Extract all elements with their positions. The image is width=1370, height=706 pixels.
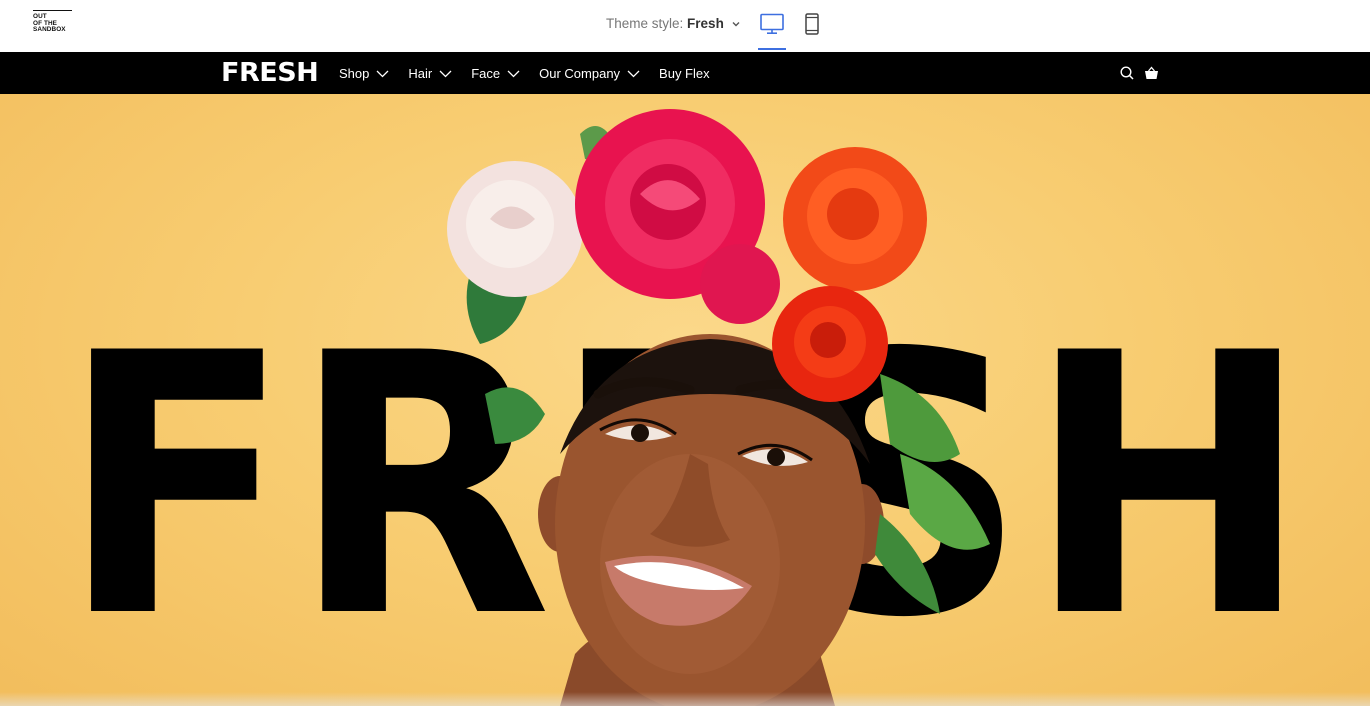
nav-item-label: Buy Flex — [659, 65, 710, 81]
desktop-preview-button[interactable] — [758, 0, 786, 52]
nav-item-label: Hair — [408, 65, 433, 81]
store-header: FRESH Shop Hair Face Our Company Buy Fle… — [0, 52, 1370, 94]
chevron-down-icon — [627, 66, 640, 81]
theme-style-name: Fresh — [687, 16, 724, 31]
nav-item-buy-flex[interactable]: Buy Flex — [659, 66, 710, 81]
theme-style-selector[interactable]: Theme style: Fresh — [606, 16, 740, 31]
desktop-icon — [760, 13, 784, 40]
chevron-down-icon — [732, 19, 740, 29]
nav-item-shop[interactable]: Shop — [339, 66, 389, 81]
hero-graphic: FRESH — [60, 109, 1310, 706]
basket-icon[interactable] — [1142, 64, 1160, 82]
logo-rule — [33, 10, 72, 11]
chevron-down-icon — [439, 66, 452, 81]
chevron-down-icon — [507, 66, 520, 81]
nav-item-label: Shop — [339, 65, 370, 81]
theme-style-label: Theme style: — [606, 16, 684, 31]
main-menu: Shop Hair Face Our Company Buy Flex — [339, 52, 729, 94]
nav-item-label: Face — [471, 65, 501, 81]
mobile-preview-button[interactable] — [800, 0, 824, 52]
store-logo[interactable]: FRESH — [221, 58, 319, 88]
out-of-the-sandbox-logo[interactable]: OUT OF THE SANDBOX — [33, 10, 73, 34]
theme-preview-bar: OUT OF THE SANDBOX Theme style: Fresh — [0, 0, 1370, 52]
logo-line-3: SANDBOX — [33, 26, 66, 34]
header-actions — [1118, 64, 1166, 82]
active-device-indicator — [758, 48, 786, 50]
search-icon[interactable] — [1118, 64, 1136, 82]
chevron-down-icon — [376, 66, 389, 81]
hero-banner[interactable]: FRESH — [0, 94, 1370, 706]
hero-bottom-fade — [0, 692, 1370, 706]
mobile-icon — [805, 12, 819, 40]
nav-item-face[interactable]: Face — [471, 66, 520, 81]
nav-item-our-company[interactable]: Our Company — [539, 66, 640, 81]
nav-item-hair[interactable]: Hair — [408, 66, 452, 81]
nav-item-label: Our Company — [539, 65, 621, 81]
